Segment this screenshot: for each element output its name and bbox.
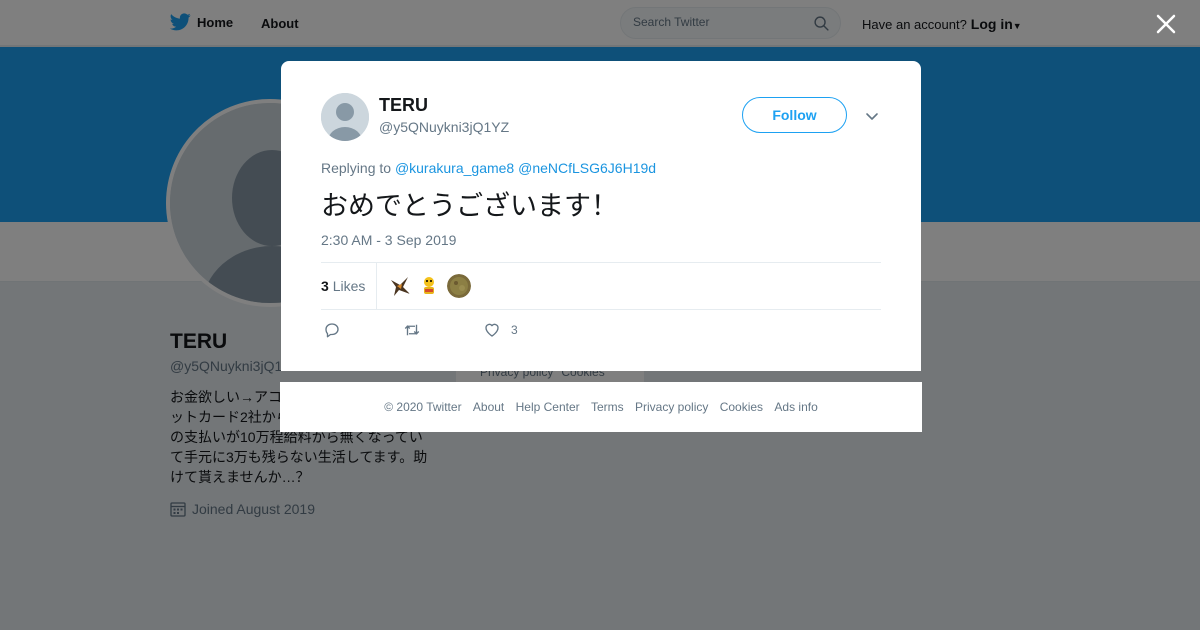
- stats-divider: [376, 263, 377, 309]
- tweet-modal: TERU @y5QNuykni3jQ1YZ Follow Replying to…: [281, 61, 921, 371]
- footer-link-privacy[interactable]: Privacy policy: [635, 400, 708, 414]
- heart-icon: [485, 323, 499, 337]
- footer-link-help-center[interactable]: Help Center: [516, 400, 580, 414]
- reply-mention-link[interactable]: @kurakura_game8: [395, 160, 514, 176]
- tweet-stats: 3 Likes: [321, 262, 881, 310]
- default-avatar-icon: [321, 93, 369, 141]
- chevron-down-icon[interactable]: [864, 108, 880, 124]
- reply-icon: [325, 323, 339, 338]
- likes-count: 3: [321, 278, 329, 294]
- likes-label: Likes: [332, 278, 366, 294]
- tweet-text: おめでとうございます！: [321, 191, 618, 222]
- footer-copyright: © 2020 Twitter: [384, 400, 462, 414]
- replying-prefix: Replying to: [321, 160, 392, 176]
- reply-mention-link[interactable]: @neNCfLSG6J6H19d: [518, 160, 656, 176]
- tweet-author-avatar[interactable]: [321, 93, 369, 141]
- footer-link-terms[interactable]: Terms: [591, 400, 624, 414]
- tweet-timestamp[interactable]: 2:30 AM - 3 Sep 2019: [321, 232, 456, 248]
- liker-avatar[interactable]: [417, 274, 441, 298]
- follow-button[interactable]: Follow: [742, 97, 847, 133]
- likes-stat[interactable]: 3 Likes: [321, 278, 365, 294]
- retweet-icon: [404, 324, 420, 336]
- like-action-count: 3: [511, 323, 518, 337]
- replying-to: Replying to @kurakura_game8 @neNCfLSG6J6…: [321, 160, 656, 176]
- tweet-author-name[interactable]: TERU: [379, 95, 428, 116]
- modal-footer: © 2020 Twitter About Help Center Terms P…: [280, 382, 922, 432]
- liker-avatar[interactable]: [388, 274, 412, 298]
- liker-avatar[interactable]: [447, 274, 471, 298]
- like-button[interactable]: 3: [483, 321, 518, 339]
- tweet-author-handle[interactable]: @y5QNuykni3jQ1YZ: [379, 119, 509, 135]
- reply-button[interactable]: [323, 321, 341, 339]
- footer-link-about[interactable]: About: [473, 400, 504, 414]
- footer-link-cookies[interactable]: Cookies: [720, 400, 763, 414]
- footer-link-ads-info[interactable]: Ads info: [774, 400, 817, 414]
- retweet-button[interactable]: [403, 321, 421, 339]
- close-icon[interactable]: [1154, 12, 1178, 36]
